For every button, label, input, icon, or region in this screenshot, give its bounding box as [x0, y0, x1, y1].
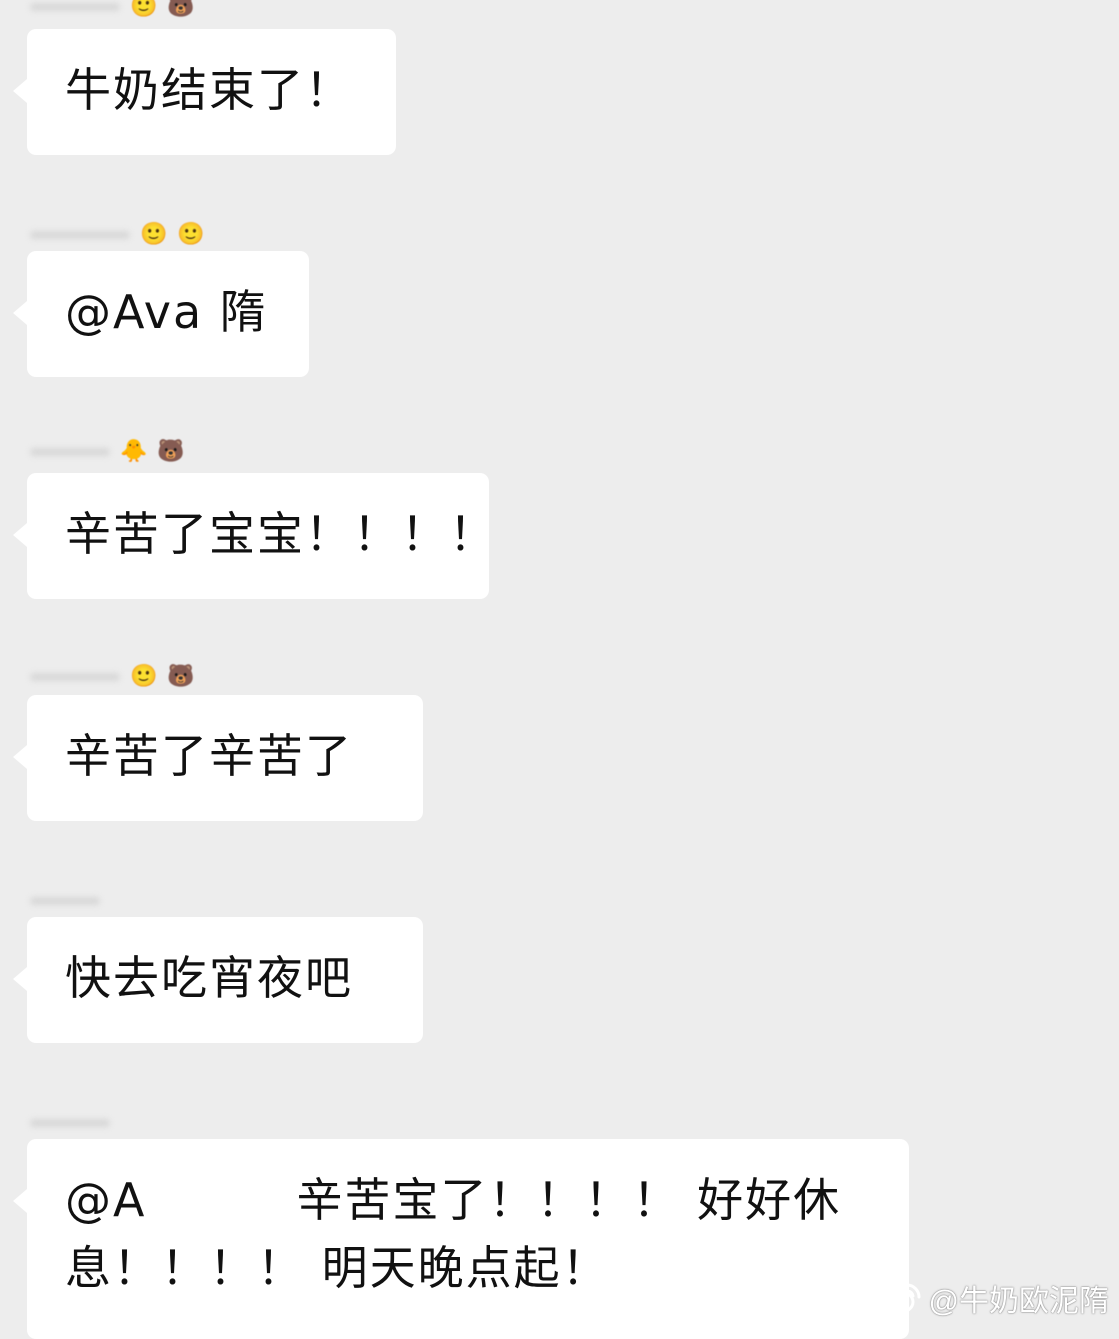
sender-name-redacted — [30, 897, 100, 905]
message-text: 辛苦了宝宝！！！！ — [65, 507, 497, 561]
message-bubble[interactable]: @Ava 隋 — [13, 251, 309, 377]
sender-row — [30, 886, 100, 916]
sender-row — [30, 1108, 110, 1138]
sender-name-redacted — [30, 448, 110, 456]
smile-emoji-icon: 🙂 — [177, 222, 205, 247]
sender-row: 🐥 🐻 — [30, 437, 185, 467]
weibo-icon — [881, 1283, 921, 1315]
message-text: 牛奶结束了！ — [65, 63, 353, 117]
weibo-watermark: @牛奶欧泥隋 — [881, 1276, 1109, 1320]
mention-prefix: @A — [65, 1173, 147, 1227]
smile-emoji-icon: 🙂 — [140, 222, 168, 247]
message-text: @Ava 隋 — [65, 285, 268, 339]
sender-row: 🙂 🐻 — [30, 0, 195, 22]
sender-row: 🙂 🙂 — [30, 220, 205, 250]
message-text: 快去吃宵夜吧 — [65, 951, 353, 1005]
bear-emoji-icon: 🐻 — [167, 664, 195, 689]
chat-window: 🙂 🐻 牛奶结束了！ 🙂 🙂 @Ava 隋 🐥 🐻 辛苦了宝宝！！！！ 🙂 🐻 … — [0, 0, 1119, 1339]
message-bubble[interactable]: 快去吃宵夜吧 — [13, 917, 423, 1043]
sender-name-redacted — [30, 673, 120, 681]
smile-emoji-icon: 🙂 — [130, 0, 158, 19]
smile-emoji-icon: 🙂 — [130, 664, 158, 689]
sender-name-redacted — [30, 1119, 110, 1127]
bear-emoji-icon: 🐻 — [167, 0, 195, 19]
redacted-mention — [146, 1183, 297, 1224]
message-bubble[interactable]: 辛苦了辛苦了 — [13, 695, 423, 821]
message-bubble[interactable]: @A 辛苦宝了！！！！ 好好休息！！！！ 明天晚点起！ — [13, 1139, 909, 1339]
bear-emoji-icon: 🐻 — [157, 439, 185, 464]
sender-name-redacted — [30, 231, 130, 239]
message-text: 辛苦了辛苦了 — [65, 729, 353, 783]
chick-emoji-icon: 🐥 — [120, 439, 148, 464]
sender-row: 🙂 🐻 — [30, 662, 195, 692]
message-bubble[interactable]: 牛奶结束了！ — [13, 29, 396, 155]
sender-name-redacted — [30, 3, 120, 11]
message-bubble[interactable]: 辛苦了宝宝！！！！ — [13, 473, 495, 599]
watermark-text: @牛奶欧泥隋 — [928, 1285, 1109, 1318]
message-text: @A 辛苦宝了！！！！ 好好休息！！！！ 明天晚点起！ — [65, 1166, 879, 1302]
